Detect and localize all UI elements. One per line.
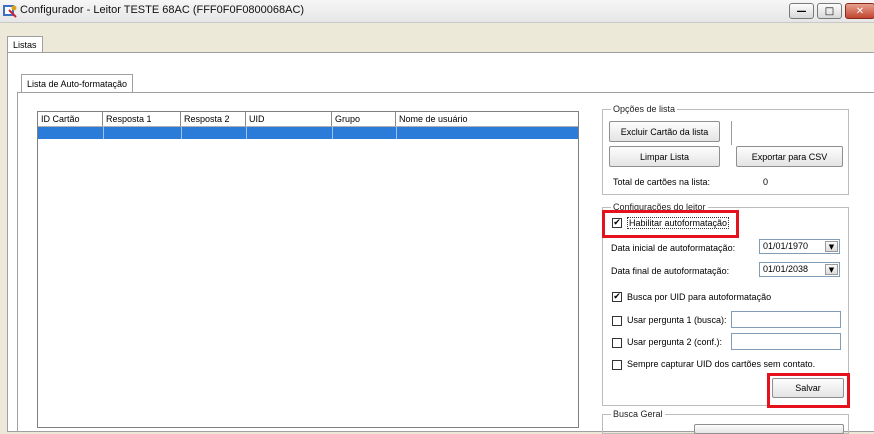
enable-autoformat-label[interactable]: Habilitar autoformatação: [627, 217, 730, 229]
end-date-label: Data final de autoformatação:: [611, 266, 730, 276]
close-icon: ✕: [855, 5, 865, 17]
tab-listas-label: Listas: [13, 40, 37, 50]
cell-divider: [246, 127, 247, 139]
delete-card-button[interactable]: Excluir Cartão da lista: [609, 121, 720, 142]
column-header-card-id[interactable]: ID Cartão: [38, 112, 103, 126]
maximize-icon: □: [824, 5, 835, 17]
search-uid-checkbox[interactable]: ✔: [612, 292, 622, 302]
use-question-2-checkbox[interactable]: [612, 338, 622, 348]
chevron-down-icon[interactable]: ▼: [825, 264, 838, 275]
column-header-answer-2[interactable]: Resposta 2: [181, 112, 246, 126]
column-header-answer-1[interactable]: Resposta 1: [103, 112, 181, 126]
window-title: Configurador - Leitor TESTE 68AC (FFF0F0…: [20, 4, 305, 16]
use-question-1-checkbox[interactable]: [612, 316, 622, 326]
tab-auto-format-list[interactable]: Lista de Auto-formatação: [21, 74, 134, 93]
title-bar: Configurador - Leitor TESTE 68AC (FFF0F0…: [0, 0, 874, 23]
save-button[interactable]: Salvar: [772, 378, 844, 398]
question-2-input[interactable]: [731, 333, 841, 350]
use-question-2-label: Usar pergunta 2 (conf.):: [627, 337, 723, 347]
general-search-button[interactable]: [694, 424, 844, 434]
cell-divider: [103, 127, 104, 139]
clear-list-button[interactable]: Limpar Lista: [609, 146, 720, 167]
start-date-label: Data inicial de autoformatação:: [611, 243, 736, 253]
chevron-down-icon[interactable]: ▼: [825, 241, 838, 252]
end-date-value: 01/01/2038: [763, 264, 809, 274]
enable-autoformat-checkbox[interactable]: ✔: [612, 218, 622, 228]
auto-format-table[interactable]: ID Cartão Resposta 1 Resposta 2 UID Grup…: [37, 111, 579, 428]
total-cards-value: 0: [763, 177, 769, 187]
table-row[interactable]: [38, 127, 578, 139]
column-header-username[interactable]: Nome de usuário: [396, 112, 578, 126]
cell-divider: [332, 127, 333, 139]
checkmark-icon: ✔: [613, 217, 621, 228]
total-cards-label: Total de cartões na lista:: [613, 177, 711, 187]
export-csv-button[interactable]: Exportar para CSV: [736, 146, 843, 167]
start-date-value: 01/01/1970: [763, 241, 809, 251]
tab-listas[interactable]: Listas: [7, 36, 43, 53]
general-search-legend: Busca Geral: [611, 409, 665, 419]
use-question-1-label: Usar pergunta 1 (busca):: [627, 315, 727, 325]
end-date-select[interactable]: 01/01/2038 ▼: [759, 262, 840, 277]
cell-divider: [396, 127, 397, 139]
minimize-button[interactable]: —: [789, 3, 814, 19]
list-options-legend: Opções de lista: [611, 104, 678, 114]
start-date-select[interactable]: 01/01/1970 ▼: [759, 239, 840, 254]
capture-uid-checkbox[interactable]: [612, 360, 622, 370]
minimize-icon: —: [796, 5, 807, 17]
table-header: ID Cartão Resposta 1 Resposta 2 UID Grup…: [38, 112, 578, 127]
app-icon: [3, 5, 17, 18]
column-header-uid[interactable]: UID: [246, 112, 332, 126]
checkmark-icon: ✔: [613, 291, 621, 302]
toolbar-divider: [731, 121, 732, 145]
search-uid-label: Busca por UID para autoformatação: [627, 292, 772, 302]
tab-auto-format-list-label: Lista de Auto-formatação: [27, 79, 128, 89]
column-header-group[interactable]: Grupo: [332, 112, 396, 126]
cell-divider: [181, 127, 182, 139]
capture-uid-label: Sempre capturar UID dos cartões sem cont…: [627, 359, 816, 369]
maximize-button[interactable]: □: [817, 3, 842, 19]
close-button[interactable]: ✕: [845, 3, 874, 19]
question-1-input[interactable]: [731, 311, 841, 328]
